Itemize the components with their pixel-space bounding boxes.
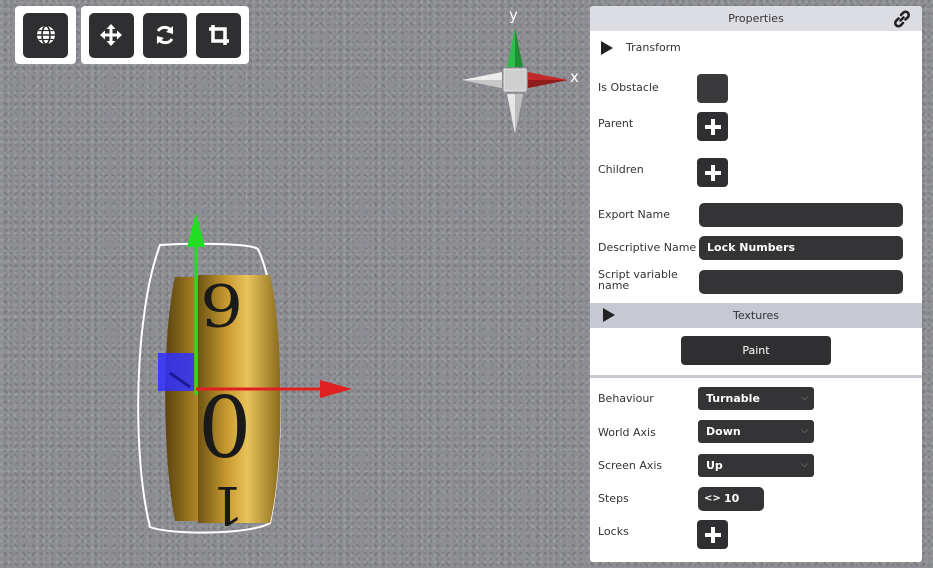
behaviour-label: Behaviour (598, 392, 654, 405)
properties-panel: Properties Transform Is Obstacle Parent … (590, 6, 922, 562)
script-variable-input[interactable] (699, 270, 903, 294)
add-children-button[interactable] (697, 158, 728, 187)
chevron-down-icon: ⌵ (801, 426, 808, 436)
descriptive-name-input[interactable]: Lock Numbers (699, 236, 903, 260)
chevron-down-icon: ⌵ (801, 393, 808, 403)
children-label: Children (598, 163, 644, 176)
plus-icon (704, 118, 721, 135)
gizmo-x-label: x (570, 68, 579, 86)
steps-label: Steps (598, 492, 629, 505)
world-axis-label: World Axis (598, 426, 656, 439)
transform-expand-icon[interactable] (601, 41, 613, 55)
wheel-digit-middle: 0 (198, 379, 251, 477)
locks-label: Locks (598, 525, 629, 538)
script-variable-label-line2: name (598, 279, 630, 292)
plus-icon (704, 164, 721, 181)
code-brackets-icon[interactable]: <> (704, 487, 721, 511)
transform-label[interactable]: Transform (626, 41, 681, 54)
world-axis-select[interactable]: Down ⌵ (698, 420, 814, 443)
move-tool-button[interactable] (89, 12, 134, 58)
behaviour-select[interactable]: Turnable ⌵ (698, 387, 814, 410)
parent-label: Parent (598, 117, 634, 130)
link-icon[interactable] (892, 9, 912, 38)
move-arrows-icon (100, 24, 123, 46)
script-variable-label: Script variable name (598, 269, 678, 291)
globe-icon (36, 25, 55, 45)
properties-title: Properties (728, 12, 784, 25)
chevron-down-icon: ⌵ (801, 460, 808, 470)
steps-value: 10 (724, 492, 740, 505)
is-obstacle-checkbox[interactable] (697, 74, 728, 103)
screen-axis-select[interactable]: Up ⌵ (698, 454, 814, 477)
descriptive-name-label: Descriptive Name (598, 241, 697, 254)
crop-tool-button[interactable] (196, 12, 242, 58)
properties-header: Properties (590, 6, 922, 31)
add-parent-button[interactable] (697, 112, 728, 141)
plus-icon (704, 526, 721, 543)
steps-stepper[interactable]: <> 10 (698, 487, 764, 511)
rotate-icon (156, 25, 174, 45)
orientation-gizmo[interactable] (460, 22, 580, 137)
world-toolbar (15, 6, 76, 64)
export-name-label: Export Name (598, 208, 670, 221)
textures-label: Textures (733, 309, 779, 322)
paint-button[interactable]: Paint (681, 336, 831, 365)
add-locks-button[interactable] (697, 520, 728, 549)
world-space-button[interactable] (23, 12, 68, 58)
crop-icon (208, 25, 229, 45)
screen-axis-label: Screen Axis (598, 459, 663, 472)
wheel-digit-top: 9 (200, 273, 243, 341)
world-axis-select-value: Down (706, 425, 741, 438)
behaviour-select-value: Turnable (706, 392, 760, 405)
textures-section-header[interactable]: Textures (590, 303, 922, 328)
transform-toolbar (81, 6, 249, 64)
is-obstacle-label: Is Obstacle (598, 81, 659, 94)
wheel-digit-bottom: 1 (211, 474, 244, 534)
lock-wheel-object[interactable]: 9 0 1 (130, 205, 360, 540)
gizmo-y-label: y (509, 6, 518, 24)
textures-expand-icon[interactable] (603, 308, 615, 322)
export-name-input[interactable] (699, 203, 903, 227)
rotate-tool-button[interactable] (142, 12, 188, 58)
section-divider (590, 375, 922, 378)
screen-axis-select-value: Up (706, 459, 723, 472)
